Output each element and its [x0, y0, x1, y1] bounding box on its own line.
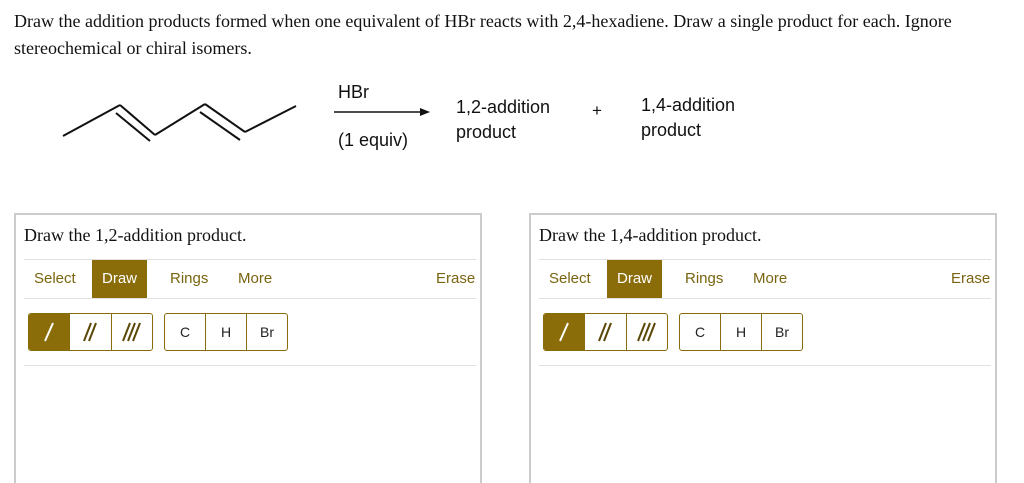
product-12-line2: product: [456, 122, 517, 142]
rings-tool[interactable]: Rings: [160, 260, 218, 298]
triple-bond-button[interactable]: [627, 314, 667, 350]
canvas-divider: [539, 365, 991, 366]
drawing-panel-14: Draw the 1,4-addition product. Select Dr…: [529, 213, 997, 483]
double-bond-icon: [83, 322, 98, 342]
single-bond-button[interactable]: [544, 314, 586, 350]
triple-bond-icon: [636, 322, 656, 342]
panel-title: Draw the 1,4-addition product.: [539, 225, 762, 245]
product-14-label: 1,4-addition product: [641, 93, 735, 143]
rings-tool[interactable]: Rings: [675, 260, 733, 298]
toolbar: Select Draw Rings More Erase: [539, 259, 991, 299]
draw-tool[interactable]: Draw: [92, 260, 148, 298]
product-14-line2: product: [641, 120, 702, 140]
atom-h-button[interactable]: H: [206, 314, 247, 350]
plus-sign: +: [592, 101, 602, 120]
double-bond-icon: [598, 322, 613, 342]
product-14-line1: 1,4-addition: [641, 95, 736, 115]
product-12-line1: 1,2-addition: [456, 97, 551, 117]
single-bond-button[interactable]: [29, 314, 71, 350]
select-tool[interactable]: Select: [24, 260, 86, 298]
select-tool[interactable]: Select: [539, 260, 601, 298]
atom-group: C H Br: [164, 313, 288, 351]
erase-tool[interactable]: Erase: [426, 260, 485, 298]
double-bond-button[interactable]: [585, 314, 627, 350]
erase-tool[interactable]: Erase: [941, 260, 1000, 298]
toolbar: Select Draw Rings More Erase: [24, 259, 476, 299]
triple-bond-icon: [121, 322, 141, 342]
question-text: Draw the addition products formed when o…: [14, 11, 952, 58]
triple-bond-button[interactable]: [112, 314, 152, 350]
bond-group: [543, 313, 668, 351]
reaction-arrow: [334, 108, 430, 116]
reagent-label: HBr: [338, 82, 369, 102]
atom-br-button[interactable]: Br: [247, 314, 287, 350]
atom-c-button[interactable]: C: [680, 314, 721, 350]
single-bond-icon: [559, 322, 570, 342]
bond-group: [28, 313, 153, 351]
atom-br-button[interactable]: Br: [762, 314, 802, 350]
more-tool[interactable]: More: [743, 260, 797, 298]
conditions-label: (1 equiv): [338, 130, 409, 150]
panel-title: Draw the 1,2-addition product.: [24, 225, 247, 245]
canvas-divider: [24, 365, 476, 366]
drawing-panel-12: Draw the 1,2-addition product. Select Dr…: [14, 213, 482, 483]
hexadiene-structure: [62, 103, 297, 142]
atom-c-button[interactable]: C: [165, 314, 206, 350]
more-tool[interactable]: More: [228, 260, 282, 298]
atom-group: C H Br: [679, 313, 803, 351]
atom-h-button[interactable]: H: [721, 314, 762, 350]
product-12-label: 1,2-addition product: [456, 95, 550, 145]
single-bond-icon: [44, 322, 55, 342]
double-bond-button[interactable]: [70, 314, 112, 350]
draw-tool[interactable]: Draw: [607, 260, 663, 298]
